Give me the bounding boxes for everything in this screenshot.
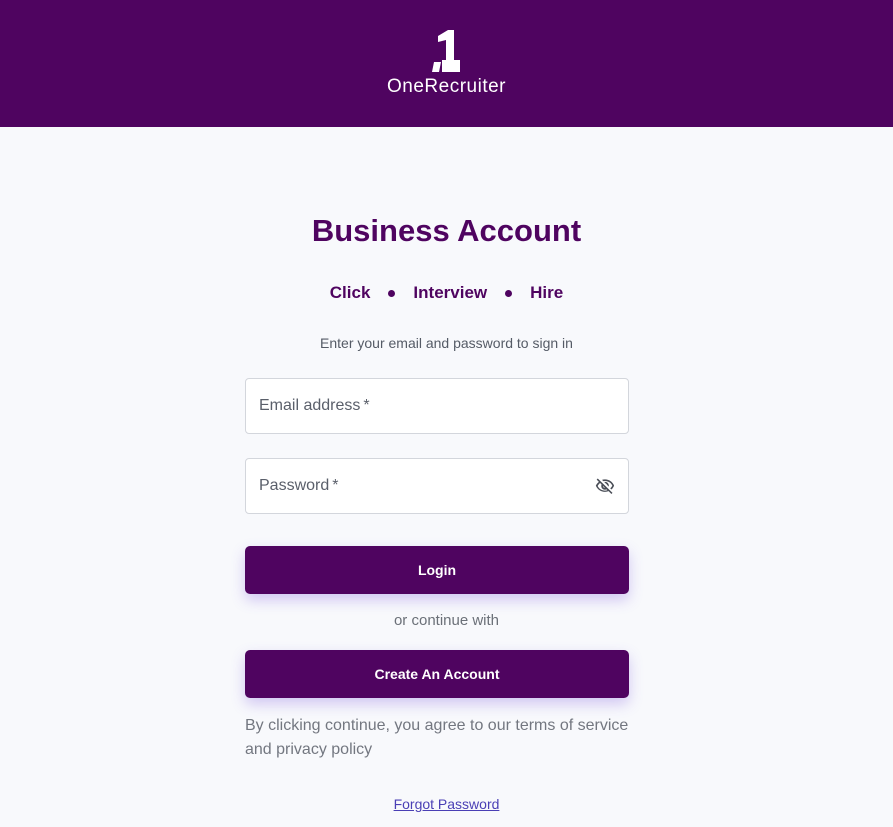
eye-off-icon[interactable] <box>595 476 615 496</box>
email-field[interactable]: Email address * <box>245 378 629 434</box>
tagline-interview: Interview <box>413 283 488 302</box>
bullet-dot <box>505 289 513 297</box>
header-bar: OneRecruiter <box>0 0 893 127</box>
forgot-password-container: Forgot Password <box>0 796 893 814</box>
password-field-label: Password * <box>259 477 339 494</box>
password-field[interactable]: Password * <box>245 458 629 514</box>
tagline-hire: Hire <box>530 283 564 302</box>
email-field-label: Email address * <box>259 397 370 414</box>
tagline: Click Interview Hire <box>0 283 893 303</box>
create-account-button[interactable]: Create An Account <box>245 650 629 698</box>
logo-mark-icon <box>431 30 460 72</box>
or-continue-text: or continue with <box>393 612 500 629</box>
logo[interactable]: OneRecruiter <box>0 30 893 100</box>
terms-text: By clicking continue, you agree to our t… <box>245 717 629 758</box>
required-marker: * <box>363 397 370 414</box>
required-marker: * <box>332 477 339 494</box>
tagline-click: Click <box>329 283 371 302</box>
logo-text: OneRecruiter <box>387 76 506 97</box>
forgot-password-link[interactable]: Forgot Password <box>394 796 500 812</box>
bullet-dot <box>388 289 396 297</box>
login-button[interactable]: Login <box>245 546 629 594</box>
page-title: Business Account <box>311 213 582 248</box>
signin-instructions: Enter your email and password to sign in <box>320 335 573 351</box>
